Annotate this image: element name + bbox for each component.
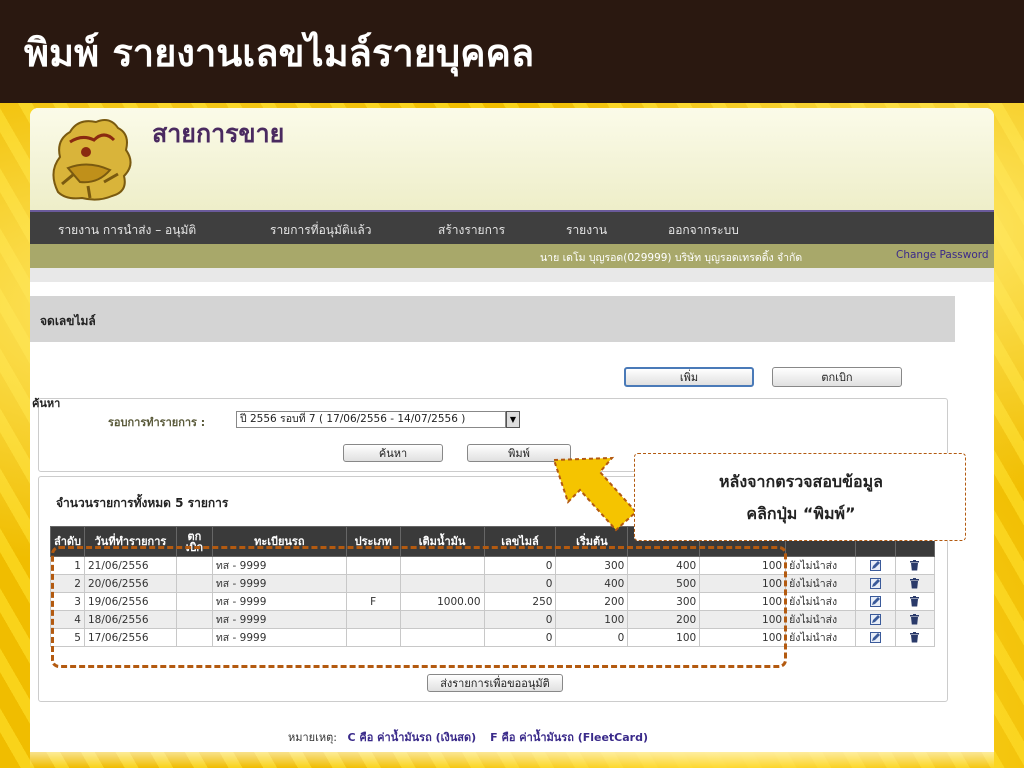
cell-status: ยังไม่นำส่ง (785, 610, 857, 629)
delete-cell (894, 628, 936, 647)
nav-item-create[interactable]: สร้างรายการ (438, 221, 505, 240)
trash-icon[interactable] (909, 560, 920, 571)
user-bar: นาย เดโม บุญรอด(029999) บริษัท บุญรอดเทร… (30, 244, 994, 268)
edit-icon[interactable] (870, 632, 881, 643)
legend-note: หมายเหตุ: C คือ ค่าน้ำมันรถ (เงินสด) F ค… (288, 728, 648, 746)
instruction-callout: หลังจากตรวจสอบข้อมูล คลิกปุ่ม “พิมพ์” (634, 453, 966, 541)
cell-status: ยังไม่นำส่ง (785, 574, 857, 593)
callout-line-1: หลังจากตรวจสอบข้อมูล (719, 472, 883, 491)
note-prefix: หมายเหตุ: (288, 731, 337, 744)
nav-item-report[interactable]: รายงาน (566, 221, 607, 240)
delete-cell (894, 610, 936, 629)
divider (30, 268, 994, 282)
slide-title: พิมพ์ รายงานเลขไมล์รายบุคคล (24, 31, 535, 75)
total-count: จำนวนรายการทั้งหมด 5 รายการ (56, 496, 229, 510)
edit-icon[interactable] (870, 578, 881, 589)
edit-icon[interactable] (870, 614, 881, 625)
note-c: C คือ ค่าน้ำมันรถ (เงินสด) (347, 731, 477, 744)
cell-status: ยังไม่นำส่ง (785, 556, 857, 575)
add-button[interactable]: เพิ่ม (624, 367, 754, 387)
submit-for-approval-button[interactable]: ส่งรายการเพื่อขออนุมัติ (427, 674, 563, 692)
cell-status: ยังไม่นำส่ง (785, 628, 857, 647)
period-select[interactable]: ปี 2556 รอบที่ 7 ( 17/06/2556 - 14/07/25… (236, 411, 506, 428)
reflection (30, 752, 994, 768)
app-title: สายการขาย (152, 119, 285, 148)
cell-status: ยังไม่นำส่ง (785, 592, 857, 611)
edit-icon[interactable] (870, 596, 881, 607)
nav-item-logout[interactable]: ออกจากระบบ (668, 221, 739, 240)
search-button[interactable]: ค้นหา (343, 444, 443, 462)
edit-cell (855, 628, 896, 647)
chevron-down-icon[interactable]: ▼ (506, 411, 520, 428)
trash-icon[interactable] (909, 614, 920, 625)
nav-item-report-submit-approve[interactable]: รายงาน การนำส่ง – อนุมัติ (58, 221, 196, 240)
period-label: รอบการทำรายการ : (108, 416, 206, 429)
edit-icon[interactable] (870, 560, 881, 571)
highlight-rows-frame (51, 546, 787, 668)
section-header: จดเลขไมล์ (30, 296, 955, 342)
note-f: F คือ ค่าน้ำมันรถ (FleetCard) (490, 731, 649, 744)
trash-icon[interactable] (909, 578, 920, 589)
cancel-withdraw-button[interactable]: ตกเบิก (772, 367, 902, 387)
callout-line-2: คลิกปุ่ม “พิมพ์” (746, 504, 856, 523)
user-info: นาย เดโม บุญรอด(029999) บริษัท บุญรอดเทร… (540, 252, 803, 264)
section-title: จดเลขไมล์ (40, 314, 96, 328)
trash-icon[interactable] (909, 632, 920, 643)
edit-cell (855, 574, 896, 593)
delete-cell (894, 556, 936, 575)
search-panel-label: ค้นหา (32, 397, 61, 410)
edit-cell (855, 610, 896, 629)
garuda-lion-emblem-icon (52, 119, 132, 201)
slide-header: พิมพ์ รายงานเลขไมล์รายบุคคล (0, 0, 1024, 103)
delete-cell (894, 592, 936, 611)
trash-icon[interactable] (909, 596, 920, 607)
nav-item-approved-list[interactable]: รายการที่อนุมัติแล้ว (270, 221, 372, 240)
edit-cell (855, 556, 896, 575)
change-password-link[interactable]: Change Password (896, 249, 989, 261)
edit-cell (855, 592, 896, 611)
main-nav: รายงาน การนำส่ง – อนุมัติ รายการที่อนุมั… (30, 210, 994, 244)
delete-cell (894, 574, 936, 593)
app-header: สายการขาย (30, 108, 994, 210)
pointer-arrow-icon (552, 456, 638, 532)
